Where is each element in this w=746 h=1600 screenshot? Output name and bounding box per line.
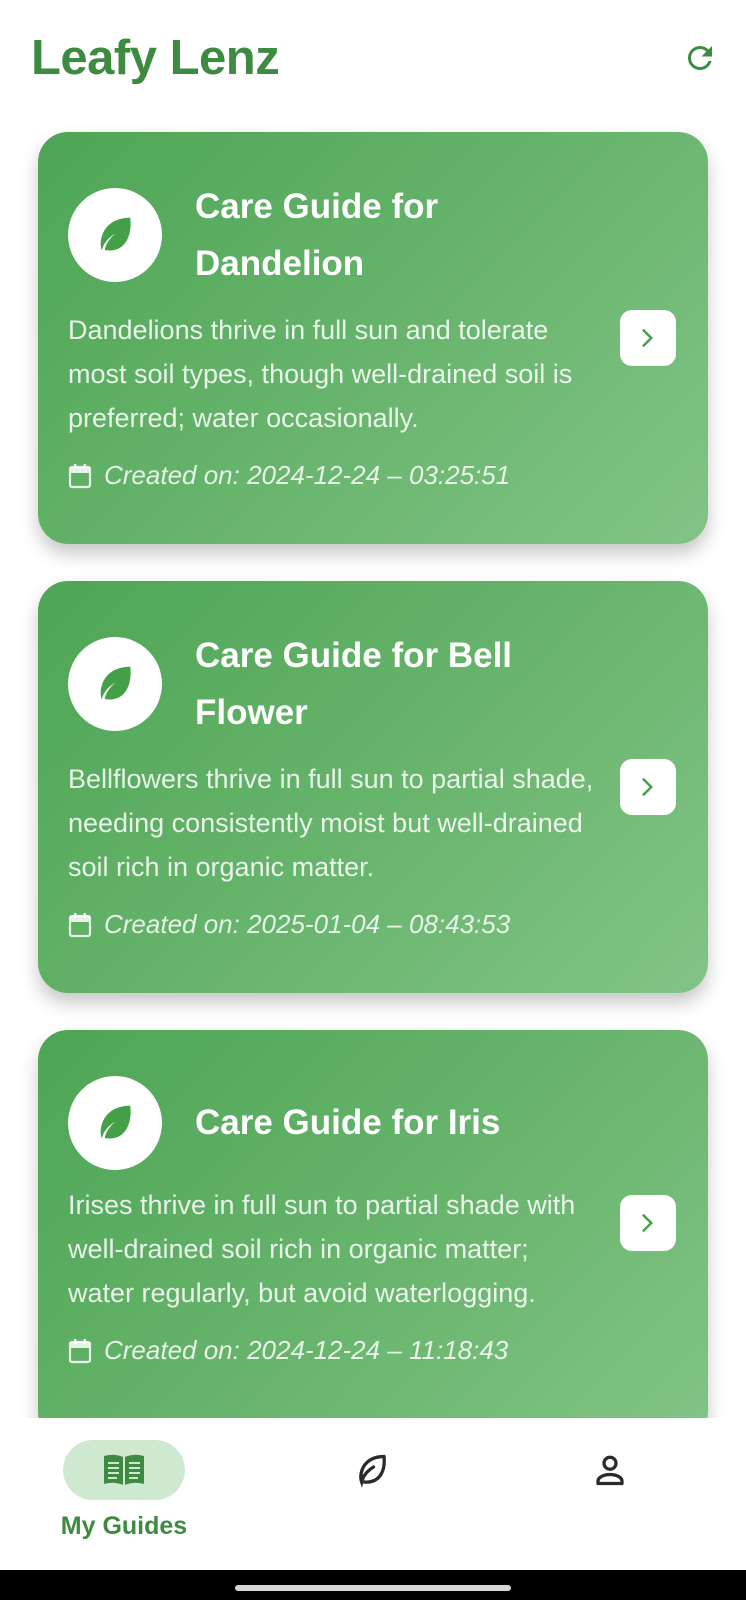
guide-card-dandelion[interactable]: Care Guide for Dandelion Dandelions thri… [38,132,708,544]
person-icon [596,1455,624,1486]
open-guide-button[interactable] [620,759,676,815]
leaf-avatar [68,637,162,731]
guide-created-date: Created on: 2024-12-24 – 03:25:51 [68,460,510,491]
calendar-icon [68,1338,92,1363]
leaf-icon [359,1454,386,1488]
nav-active-indicator [63,1440,185,1500]
guide-created-date: Created on: 2024-12-24 – 11:18:43 [68,1335,508,1366]
guide-created-date: Created on: 2025-01-04 – 08:43:53 [68,909,510,940]
nav-identify[interactable] [292,1440,452,1550]
guide-title: Care Guide for Iris [195,1103,501,1142]
created-date-text: Created on: 2024-12-24 – 03:25:51 [104,460,511,490]
refresh-icon [687,45,712,70]
guide-title: Care Guide for Dandelion [195,187,439,283]
refresh-button[interactable] [678,36,722,80]
app-header: Leafy Lenz [0,0,746,118]
leaf-icon [100,1105,131,1139]
chevron-right-icon [642,328,653,348]
guide-description: Dandelions thrive in full sun and tolera… [68,315,573,433]
created-date-text: Created on: 2024-12-24 – 11:18:43 [104,1335,509,1365]
guide-description: Bellflowers thrive in full sun to partia… [68,764,594,882]
guide-card-bell-flower[interactable]: Care Guide for Bell Flower Bellflowers t… [38,581,708,993]
calendar-icon [68,463,92,488]
guide-card-iris[interactable]: Care Guide for Iris Irises thrive in ful… [38,1030,708,1418]
leaf-avatar [68,1076,162,1170]
leaf-icon [100,217,131,251]
nav-icon-wrap [311,1440,433,1500]
created-date-text: Created on: 2025-01-04 – 08:43:53 [104,909,511,939]
guide-title: Care Guide for Bell Flower [195,636,513,732]
leaf-icon [100,666,131,700]
guides-list[interactable]: Care Guide for Dandelion Dandelions thri… [0,118,746,1418]
nav-profile[interactable] [530,1440,690,1550]
calendar-icon [68,912,92,937]
leaf-avatar [68,188,162,282]
app-title: Leafy Lenz [31,31,280,85]
guide-description: Irises thrive in full sun to partial sha… [68,1190,576,1308]
nav-icon-wrap [549,1440,671,1500]
chevron-right-icon [642,777,653,797]
bottom-navigation: My Guides [0,1418,746,1570]
open-guide-button[interactable] [620,310,676,366]
open-guide-button[interactable] [620,1195,676,1251]
home-indicator[interactable] [235,1585,511,1591]
chevron-right-icon [642,1213,653,1233]
nav-label: My Guides [60,1512,188,1540]
book-icon [104,1454,144,1485]
system-navigation-bar [0,1570,746,1600]
nav-my-guides[interactable]: My Guides [44,1440,204,1550]
